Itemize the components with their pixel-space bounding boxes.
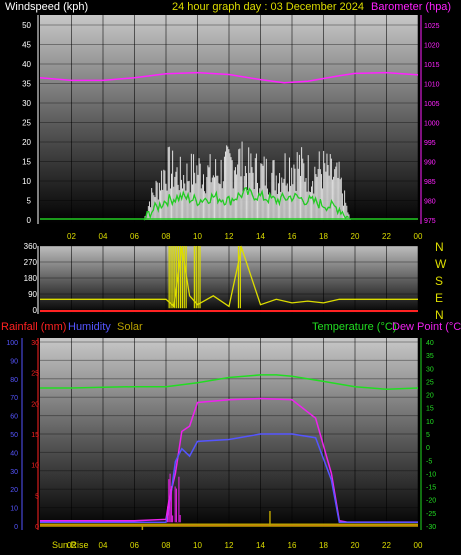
direction-y-tick: 90 [28, 290, 37, 299]
x-tick-label-bottom: 08 [162, 541, 171, 550]
temp-y-tick: -30 [426, 524, 436, 531]
wind-y-tick: 30 [22, 99, 31, 108]
x-tick-label-top: 18 [319, 232, 328, 241]
x-tick-label-bottom: 22 [382, 541, 391, 550]
direction-y-tick: 180 [24, 274, 38, 283]
wind-y-tick: 20 [22, 138, 31, 147]
wind-y-tick: 10 [22, 177, 31, 186]
humidity-y-tick: 10 [10, 506, 18, 513]
baro-y-tick: 1025 [424, 23, 440, 30]
temp-y-tick: 15 [426, 406, 434, 413]
temp-y-tick: -25 [426, 511, 436, 518]
x-tick-label-bottom: 18 [319, 541, 328, 550]
wind-y-tick: 45 [22, 41, 31, 50]
baro-y-tick: 1015 [424, 62, 440, 69]
humidity-y-tick: 90 [10, 358, 18, 365]
temp-y-tick: -10 [426, 471, 436, 478]
x-tick-label-bottom: 12 [225, 541, 234, 550]
wind-y-tick: 40 [22, 60, 31, 69]
direction-y-tick: 0 [33, 306, 38, 315]
humidity-y-tick: 30 [10, 469, 18, 476]
wind-y-tick: 0 [27, 216, 32, 225]
temp-y-tick: 30 [426, 366, 434, 373]
wind-axis-label: Windspeed (kph) [5, 1, 88, 13]
wind-y-tick: 25 [22, 119, 31, 128]
x-tick-label-top: 16 [288, 232, 297, 241]
x-tick-label-top: 12 [225, 232, 234, 241]
x-tick-label-bottom: 16 [288, 541, 297, 550]
temp-y-tick: 0 [426, 445, 430, 452]
baro-y-tick: 985 [424, 179, 436, 186]
compass-s: S [435, 274, 443, 288]
temp-y-tick: -20 [426, 498, 436, 505]
chart-title: 24 hour graph day : 03 December 2024 [172, 1, 364, 13]
wind-y-tick: 50 [22, 21, 31, 30]
x-tick-label-top: 14 [256, 232, 265, 241]
rain-axis-label: Rainfall (mm) [1, 321, 66, 333]
humidity-y-tick: 0 [14, 524, 18, 531]
humidity-y-tick: 100 [6, 340, 18, 347]
temp-y-tick: -15 [426, 485, 436, 492]
humidity-y-tick: 20 [10, 487, 18, 494]
baro-y-tick: 1005 [424, 101, 440, 108]
x-tick-label-bottom: 04 [99, 541, 108, 550]
direction-y-tick: 270 [24, 258, 38, 267]
temp-y-tick: 35 [426, 353, 434, 360]
temp-y-tick: -5 [426, 458, 432, 465]
wind-y-tick: 15 [22, 158, 31, 167]
baro-y-tick: 1010 [424, 82, 440, 89]
baro-y-tick: 995 [424, 140, 436, 147]
humidity-y-tick: 70 [10, 395, 18, 402]
x-tick-label-bottom: 06 [130, 541, 139, 550]
solar-axis-label: Solar [117, 321, 143, 333]
humidity-y-tick: 40 [10, 450, 18, 457]
humidity-y-tick: 60 [10, 414, 18, 421]
baro-y-tick: 975 [424, 218, 436, 225]
dew-point-axis-label: Dew Point (°C) [392, 321, 461, 333]
baro-axis-label: Barometer (hpa) [371, 1, 451, 13]
baro-y-tick: 980 [424, 199, 436, 206]
compass-n-bottom: N [435, 308, 444, 322]
baro-y-tick: 1000 [424, 121, 440, 128]
compass-e: E [435, 291, 443, 305]
temp-y-tick: 25 [426, 379, 434, 386]
x-tick-label-bottom: 00 [414, 541, 423, 550]
temp-y-tick: 20 [426, 393, 434, 400]
temp-y-tick: 40 [426, 340, 434, 347]
direction-y-tick: 360 [24, 242, 38, 251]
x-tick-label-top: 10 [193, 232, 202, 241]
compass-n-top: N [435, 240, 444, 254]
baro-y-tick: 990 [424, 160, 436, 167]
temperature-axis-label: Temperature (°C) [312, 321, 396, 333]
x-tick-label-top: 08 [162, 232, 171, 241]
x-tick-label-top: 00 [414, 232, 423, 241]
x-tick-label-top: 20 [351, 232, 360, 241]
x-tick-label-top: 06 [130, 232, 139, 241]
wind-y-tick: 5 [27, 197, 32, 206]
compass-w: W [435, 257, 447, 271]
x-tick-label-bottom: 14 [256, 541, 265, 550]
sun-rise-label: Sun Rise [52, 540, 89, 550]
weather-chart: 0202040406060808101012121414161618182020… [1, 1, 461, 550]
temp-y-tick: 5 [426, 432, 430, 439]
wind-y-tick: 35 [22, 80, 31, 89]
humidity-y-tick: 80 [10, 377, 18, 384]
x-tick-label-bottom: 20 [351, 541, 360, 550]
x-tick-label-top: 02 [67, 232, 76, 241]
x-tick-label-top: 22 [382, 232, 391, 241]
x-tick-label-bottom: 10 [193, 541, 202, 550]
x-tick-label-top: 04 [99, 232, 108, 241]
humidity-axis-label: Humidity [68, 321, 111, 333]
baro-y-tick: 1020 [424, 43, 440, 50]
temp-y-tick: 10 [426, 419, 434, 426]
humidity-y-tick: 50 [10, 432, 18, 439]
